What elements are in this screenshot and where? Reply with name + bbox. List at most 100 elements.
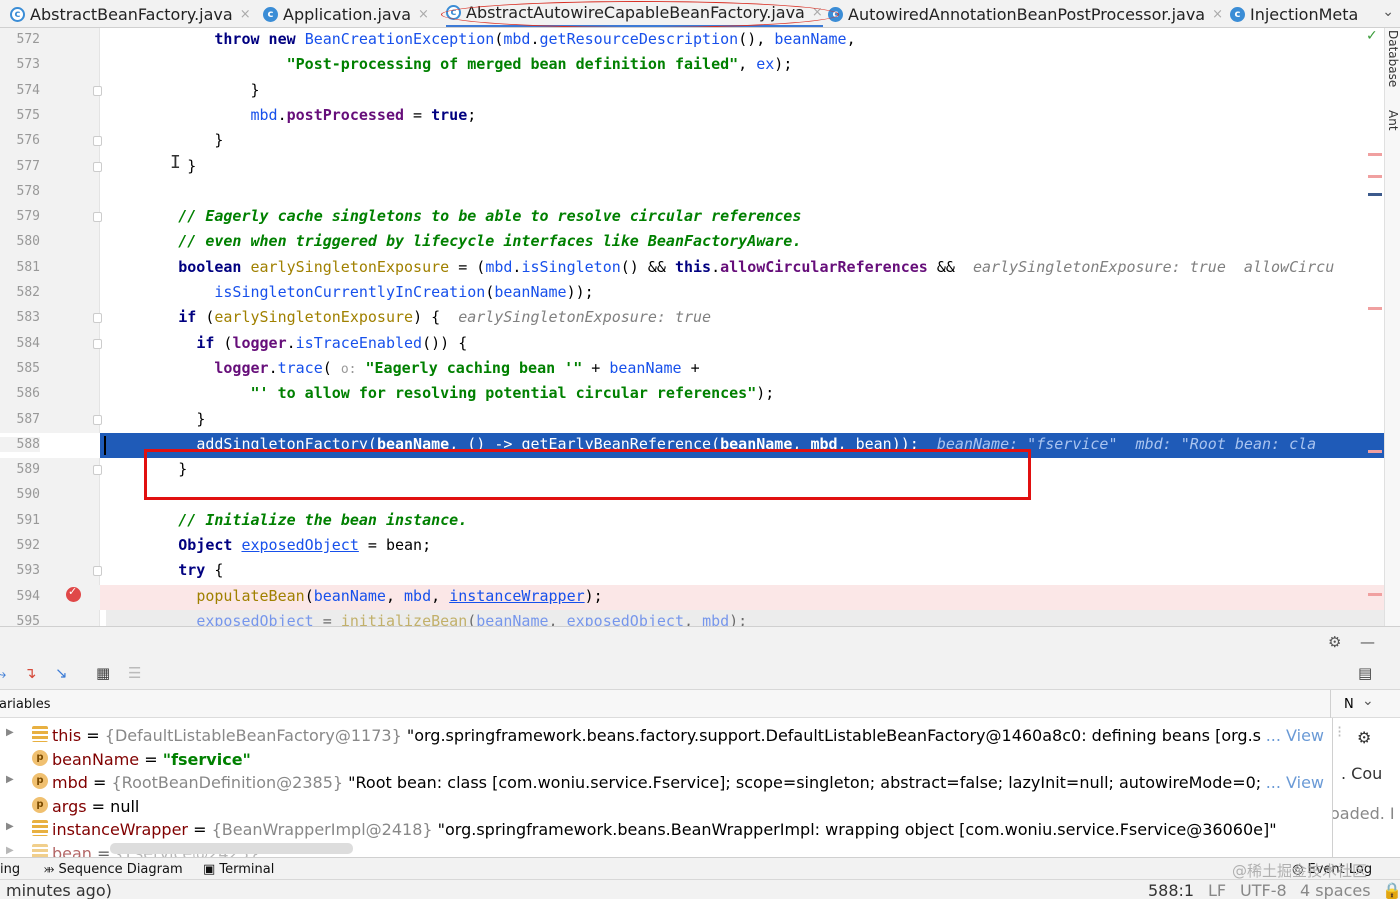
code-text: // Initialize the bean instance. — [178, 510, 468, 529]
fold-marker[interactable] — [93, 313, 102, 324]
close-icon[interactable]: × — [418, 7, 429, 22]
line-number: 573 — [16, 57, 40, 73]
ant-tool-tab[interactable]: Ant — [1386, 110, 1400, 131]
breakpoint-icon[interactable] — [66, 585, 81, 602]
sequence-diagram-icon: ⤕ — [44, 862, 59, 877]
step-over-icon[interactable]: ⤷ — [0, 664, 6, 682]
gear-icon[interactable]: ⚙ — [1357, 728, 1371, 747]
minimize-icon[interactable]: — — [1360, 633, 1375, 651]
variables-tree[interactable]: ▶ this = {DefaultListableBeanFactory@117… — [0, 718, 1332, 857]
variables-title: ariables — [0, 697, 51, 712]
variable-row-mbd[interactable]: ▶ p mbd = {RootBeanDefinition@2385} "Roo… — [0, 770, 1332, 794]
fold-marker[interactable] — [93, 136, 102, 147]
tab-abstract-bean-factory[interactable]: c AbstractBeanFactory.java × — [10, 0, 251, 27]
chevron-down-icon[interactable]: ⌄ — [1382, 4, 1394, 20]
code-text: // even when triggered by lifecycle inte… — [178, 232, 802, 251]
code-text: exposedObject = initializeBean(beanName,… — [196, 611, 748, 626]
error-stripe-mark[interactable] — [1368, 450, 1382, 453]
expand-arrow-icon[interactable]: ▶ — [6, 845, 14, 856]
terminal-icon: ▣ — [203, 862, 220, 877]
tab-application[interactable]: c Application.java × — [263, 0, 429, 27]
tab-abstract-autowire-capable-bean-factory[interactable]: c AbstractAutowireCapableBeanFactory.jav… — [446, 0, 823, 27]
lock-icon[interactable]: 🔒 — [1382, 881, 1400, 899]
error-stripe-mark[interactable] — [1368, 593, 1382, 596]
fold-marker[interactable] — [93, 338, 102, 349]
evaluate-icon[interactable]: ▦ — [96, 664, 110, 682]
line-number: 588 — [0, 436, 40, 452]
class-icon: c — [263, 6, 278, 22]
console-fragment: oaded. I — [1332, 804, 1395, 823]
code-line-592: 592 Object exposedObject = bean; — [0, 534, 1384, 559]
editor-tab-bar: c AbstractBeanFactory.java × c Applicati… — [0, 0, 1400, 28]
code-line-573: 573 "Post-processing of merged bean defi… — [0, 53, 1384, 78]
gear-icon[interactable]: ⚙ — [1328, 633, 1341, 651]
close-icon[interactable]: × — [1212, 7, 1223, 22]
line-number: 574 — [16, 82, 40, 98]
status-message: minutes ago) — [6, 881, 112, 899]
expand-arrow-icon[interactable]: ▶ — [6, 821, 14, 832]
tab-label: AbstractBeanFactory.java — [30, 4, 233, 24]
close-icon[interactable]: × — [240, 7, 251, 22]
code-text: boolean earlySingletonExposure = (mbd.is… — [178, 257, 1335, 276]
watermark: @稀土掘金技术社区 — [1232, 862, 1368, 880]
fold-marker[interactable] — [93, 465, 102, 476]
indent-setting[interactable]: 4 spaces — [1300, 881, 1371, 899]
code-text: } — [196, 409, 206, 428]
error-stripe-mark[interactable] — [1368, 153, 1382, 156]
expand-arrow-icon[interactable]: ▶ — [6, 727, 14, 738]
line-number: 586 — [16, 386, 40, 402]
close-icon[interactable]: × — [812, 5, 823, 20]
variable-row-args[interactable]: p args = null — [0, 794, 1332, 818]
tool-window-sequence-diagram[interactable]: ⤕ Sequence Diagram — [44, 862, 183, 877]
layout-icon[interactable]: ▤ — [1358, 664, 1372, 682]
code-line-582: 582 isSingletonCurrentlyInCreation(beanN… — [0, 281, 1384, 306]
watches-panel: ⁝ ⚙ . Cou oaded. I — [1332, 718, 1400, 857]
tool-window-debug[interactable]: ing — [0, 862, 20, 877]
code-line-576: 576 } — [0, 129, 1384, 154]
variable-row-beanName[interactable]: p beanName = "fservice" — [0, 747, 1332, 771]
code-text: Object exposedObject = bean; — [178, 536, 432, 554]
line-number: 581 — [16, 259, 40, 275]
variable-row-this[interactable]: ▶ this = {DefaultListableBeanFactory@117… — [0, 723, 1332, 747]
line-number: 572 — [16, 32, 40, 47]
view-link[interactable]: ... View — [1261, 726, 1324, 745]
fold-marker[interactable] — [93, 566, 102, 577]
step-into-icon[interactable]: ↴ — [24, 664, 37, 682]
line-number: 587 — [16, 411, 40, 427]
tab-label: Application.java — [283, 4, 412, 24]
tab-autowired-annotation-bean-post-processor[interactable]: c AutowiredAnnotationBeanPostProcessor.j… — [828, 0, 1223, 27]
error-stripe-mark[interactable] — [1368, 175, 1382, 178]
code-editor[interactable]: 572 throw new BeanCreationException(mbd.… — [0, 28, 1384, 626]
tool-window-terminal[interactable]: ▣ Terminal — [203, 862, 274, 877]
expand-arrow-icon[interactable]: ▶ — [6, 774, 14, 785]
code-line-581: 581 boolean earlySingletonExposure = (mb… — [0, 256, 1384, 281]
database-tool-tab[interactable]: Database — [1386, 30, 1400, 87]
view-link[interactable]: ... View — [1261, 773, 1324, 792]
fold-marker[interactable] — [93, 414, 102, 425]
code-line-572: 572 throw new BeanCreationException(mbd.… — [0, 28, 1384, 53]
error-stripe-mark[interactable] — [1368, 307, 1382, 310]
abstract-class-icon: c — [10, 6, 25, 22]
code-text: addSingletonFactory(beanName, () -> getE… — [196, 434, 1317, 453]
code-line-579: 579 // Eagerly cache singletons to be ab… — [0, 205, 1384, 230]
line-separator[interactable]: LF — [1208, 881, 1226, 899]
horizontal-scrollbar[interactable] — [110, 843, 353, 854]
variable-row-instanceWrapper[interactable]: ▶ instanceWrapper = {BeanWrapperImpl@241… — [0, 817, 1332, 841]
class-icon: c — [828, 6, 843, 22]
fold-marker[interactable] — [93, 85, 102, 96]
debug-toolbar: ⤷ ↴ ↘ ▦ ☰ ▤ — [0, 656, 1400, 690]
step-out-icon[interactable]: ↘ — [55, 664, 68, 682]
scroll-thumb[interactable] — [1368, 193, 1382, 196]
tab-injection-metadata[interactable]: c InjectionMeta — [1230, 0, 1358, 27]
file-encoding[interactable]: UTF-8 — [1240, 881, 1287, 899]
caret-position[interactable]: 588:1 — [1148, 881, 1194, 899]
chevron-down-icon[interactable]: ⌄ — [1362, 693, 1374, 709]
abstract-class-icon: c — [446, 5, 461, 20]
fold-marker[interactable] — [93, 161, 102, 172]
fold-marker[interactable] — [93, 212, 102, 223]
line-number: 590 — [16, 487, 40, 503]
code-text: // Eagerly cache singletons to be able t… — [178, 207, 802, 226]
trace-icon[interactable]: ☰ — [128, 664, 141, 682]
code-line-578: 578 — [0, 180, 1384, 205]
line-number: 582 — [16, 285, 40, 300]
